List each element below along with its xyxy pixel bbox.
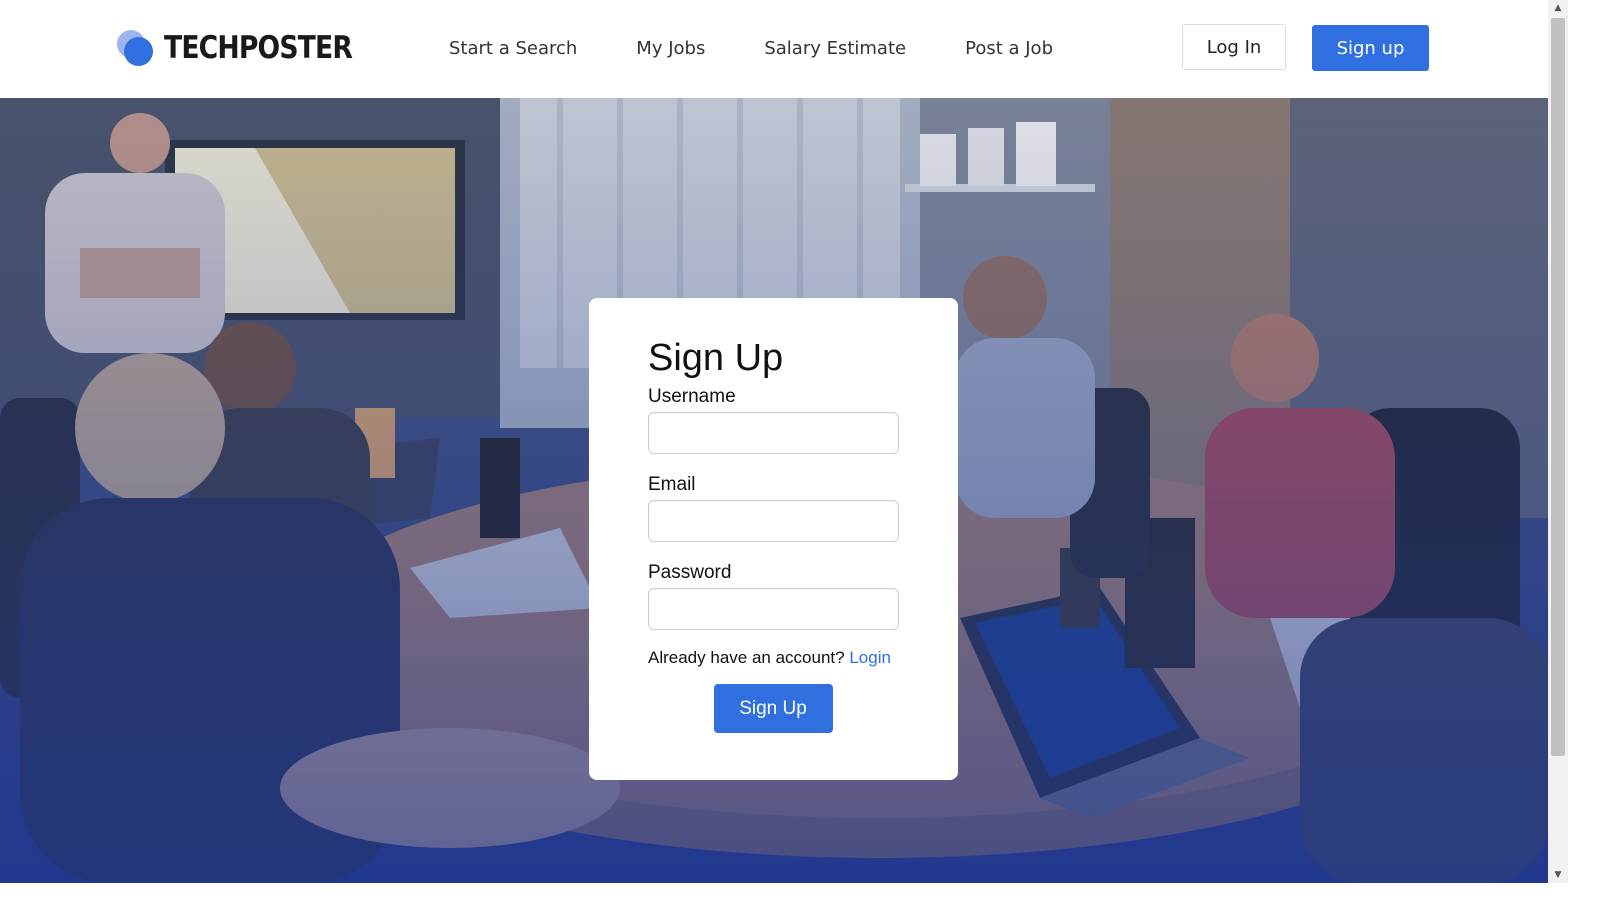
- login-prompt-text: Already have an account?: [648, 648, 845, 667]
- brand-name: TECHPOSTER: [164, 30, 353, 66]
- main-nav: Start a Search My Jobs Salary Estimate P…: [449, 36, 1112, 62]
- signup-card: Sign Up Username Email Password Already …: [589, 298, 958, 780]
- username-label: Username: [648, 386, 736, 407]
- bottom-edge: [0, 883, 1600, 900]
- signup-submit-button[interactable]: Sign Up: [713, 684, 833, 733]
- username-input[interactable]: [648, 412, 899, 454]
- scroll-down-arrow-icon[interactable]: ▼: [1548, 867, 1568, 883]
- nav-start-search[interactable]: Start a Search: [449, 36, 577, 62]
- password-input[interactable]: [648, 588, 899, 630]
- nav-post-job[interactable]: Post a Job: [965, 36, 1053, 62]
- signup-nav-button[interactable]: Sign up: [1312, 25, 1429, 71]
- username-group: Username: [648, 386, 899, 454]
- scroll-up-arrow-icon[interactable]: ▲: [1548, 0, 1568, 16]
- login-prompt: Already have an account? Login: [648, 648, 899, 668]
- login-link[interactable]: Login: [849, 648, 891, 667]
- nav-my-jobs[interactable]: My Jobs: [636, 36, 705, 62]
- nav-salary-estimate[interactable]: Salary Estimate: [764, 36, 906, 62]
- form-title: Sign Up: [648, 337, 784, 379]
- email-input[interactable]: [648, 500, 899, 542]
- brand-logo[interactable]: TECHPOSTER: [117, 28, 383, 68]
- top-navbar: TECHPOSTER Start a Search My Jobs Salary…: [0, 0, 1548, 99]
- email-label: Email: [648, 474, 696, 495]
- scroll-thumb[interactable]: [1551, 18, 1565, 756]
- password-label: Password: [648, 562, 732, 583]
- login-button[interactable]: Log In: [1182, 24, 1286, 70]
- password-group: Password: [648, 562, 899, 630]
- page-scrollbar[interactable]: ▲ ▼: [1548, 0, 1568, 883]
- email-group: Email: [648, 474, 899, 542]
- logo-circles-icon: [117, 28, 155, 68]
